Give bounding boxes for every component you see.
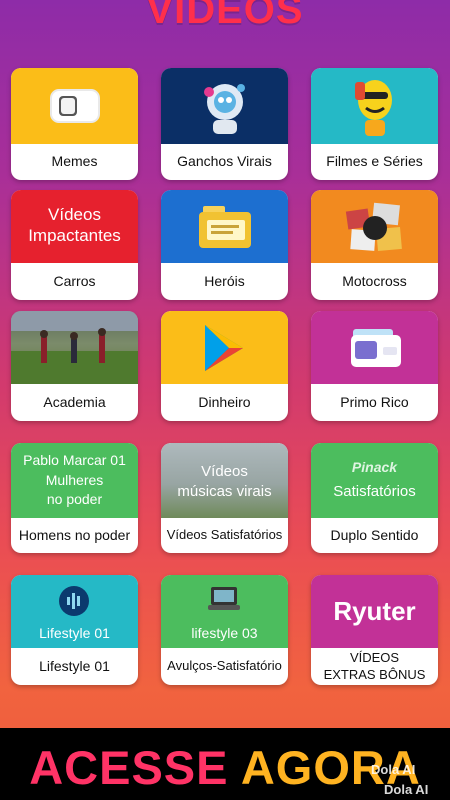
wallet-icon <box>349 325 403 376</box>
folder-icon <box>197 204 255 257</box>
card-lifestyle-01[interactable]: Lifestyle 01 Lifestyle 01 <box>11 575 138 685</box>
card-art-line: Mulheres <box>45 472 104 488</box>
card-label: Ganchos Virais <box>177 153 272 170</box>
card-motocross[interactable]: Motocross <box>311 190 438 300</box>
card-art-line: Pinack <box>351 459 398 475</box>
card-memes[interactable]: Memes <box>11 68 138 180</box>
card-art-text: Lifestyle 01 <box>39 625 110 641</box>
card-videos-satisfatorios[interactable]: Vídeos músicas virais Vídeos Satisfatóri… <box>161 443 288 553</box>
character-icon <box>351 74 399 144</box>
card-art <box>161 311 288 384</box>
card-art-text: Ryuter <box>333 596 416 626</box>
card-art-line: Vídeos <box>201 463 248 480</box>
card-label: Primo Rico <box>340 393 409 410</box>
card-filmes-series[interactable]: Filmes e Séries <box>311 68 438 180</box>
card-label: Academia <box>43 393 106 410</box>
card-art-line: Satisfatórios <box>333 483 416 500</box>
card-art <box>11 311 138 384</box>
card-herois[interactable]: Heróis <box>161 190 288 300</box>
card-art <box>161 68 288 144</box>
watermark: Dola AI <box>384 782 429 797</box>
card-label: Vídeos Satisfatórios <box>166 527 283 543</box>
card-art-line: no poder <box>46 491 103 507</box>
card-academia[interactable]: Academia <box>11 311 138 421</box>
card-art-line: músicas virais <box>177 483 272 500</box>
card-label: Carros <box>53 272 96 289</box>
clip-icon <box>49 86 101 131</box>
card-art <box>311 190 438 263</box>
card-primo-rico[interactable]: Primo Rico <box>311 311 438 421</box>
card-label: Homens no poder <box>18 526 131 543</box>
photo-football-icon <box>11 311 138 384</box>
card-art: Ryuter <box>311 575 438 648</box>
card-label-line: EXTRAS BÔNUS <box>323 666 426 682</box>
collage-icon <box>343 198 407 263</box>
card-ganchos-virais[interactable]: Ganchos Virais <box>161 68 288 180</box>
card-label: Heróis <box>204 272 245 289</box>
card-label: Motocross <box>342 272 407 289</box>
laptop-icon <box>207 585 241 620</box>
card-art: Pinack Satisfatórios <box>311 443 438 518</box>
audio-icon <box>58 585 90 622</box>
card-art <box>11 68 138 144</box>
play-store-icon <box>199 321 251 380</box>
card-label: Duplo Sentido <box>330 526 419 543</box>
cta-part1: ACESSE <box>29 741 229 794</box>
card-art <box>311 68 438 144</box>
card-duplo-sentido[interactable]: Pinack Satisfatórios Duplo Sentido <box>311 443 438 553</box>
card-art: Vídeos Impactantes <box>11 190 138 263</box>
card-art: Vídeos músicas virais <box>161 443 288 518</box>
card-label: Filmes e Séries <box>326 153 423 170</box>
card-art <box>311 311 438 384</box>
card-art: Pablo Marcar 01 Mulheres no poder <box>11 443 138 518</box>
robot-icon <box>199 74 251 144</box>
card-avulcos-satisfatorio[interactable]: lifestyle 03 Avulços-Satisfatório <box>161 575 288 685</box>
card-art-text: Vídeos Impactantes <box>28 205 121 246</box>
card-label: VÍDEOS EXTRAS BÔNUS <box>311 648 438 685</box>
watermark: Dola AI <box>371 762 416 777</box>
card-art: lifestyle 03 <box>161 575 288 648</box>
card-homens-no-poder[interactable]: Pablo Marcar 01 Mulheres no poder Homens… <box>11 443 138 553</box>
card-label: Lifestyle 01 <box>39 657 110 674</box>
card-label: Avulços-Satisfatório <box>167 658 282 674</box>
page-title: VÍDEOS <box>146 0 304 32</box>
card-carros[interactable]: Vídeos Impactantes Carros <box>11 190 138 300</box>
card-dinheiro[interactable]: Dinheiro <box>161 311 288 421</box>
card-art-line: Pablo Marcar 01 <box>23 452 126 468</box>
card-videos-extras-bonus[interactable]: Ryuter VÍDEOS EXTRAS BÔNUS <box>311 575 438 685</box>
card-label: Dinheiro <box>198 393 251 410</box>
card-label-line: VÍDEOS <box>349 650 400 666</box>
card-art: Lifestyle 01 <box>11 575 138 648</box>
card-art-text: lifestyle 03 <box>191 625 258 641</box>
card-art <box>161 190 288 263</box>
card-label: Memes <box>51 153 98 170</box>
